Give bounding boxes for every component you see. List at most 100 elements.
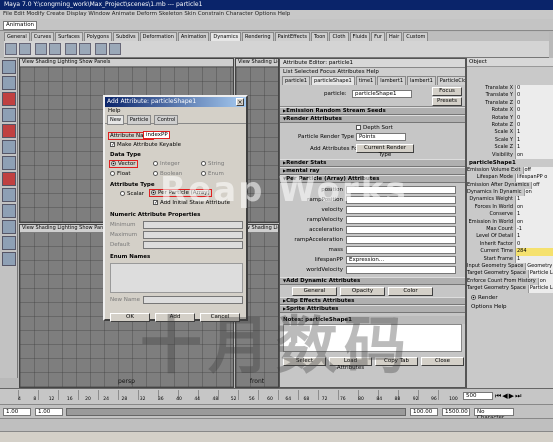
layout-four-icon[interactable] — [2, 204, 16, 218]
pp-attr-field[interactable] — [346, 206, 456, 214]
channel-value[interactable]: 0 — [515, 114, 553, 122]
dialog-help-menu[interactable]: Help — [105, 107, 246, 115]
shelf-tab-hair[interactable]: Hair — [385, 32, 403, 41]
maximum-field[interactable] — [143, 231, 243, 239]
default-field[interactable] — [143, 241, 243, 249]
pp-attr-field[interactable] — [346, 236, 456, 244]
channel-value[interactable]: 1 — [515, 136, 553, 145]
ae-tab[interactable]: lambert1 — [407, 76, 436, 85]
string-radio[interactable] — [201, 161, 206, 166]
shelf-tool-icon[interactable] — [48, 43, 61, 55]
general-button[interactable]: General — [292, 287, 337, 296]
pp-attr-field[interactable] — [346, 186, 456, 194]
command-line[interactable] — [0, 418, 553, 431]
shelf-tab-painteffects[interactable]: PaintEffects — [274, 32, 310, 41]
layout-side-icon[interactable] — [2, 220, 16, 234]
viewport-menu[interactable]: View Shading Lighting Show Panels — [20, 59, 233, 66]
channel-value[interactable]: on — [515, 203, 553, 212]
channel-value[interactable]: 0 — [515, 92, 553, 100]
select-tool-icon[interactable] — [2, 60, 16, 74]
channel-value[interactable]: Geometry Lo — [525, 262, 553, 271]
ae-tab[interactable]: particle1 — [282, 76, 311, 85]
section-per-particle[interactable]: Per Particle (Array) Attributes — [280, 175, 465, 183]
scalar-radio[interactable] — [120, 191, 125, 196]
main-menu[interactable]: File Edit Modify Create Display Window A… — [0, 10, 553, 19]
close-icon[interactable]: × — [236, 98, 244, 106]
viewport-menu[interactable]: View Shading Lighting Show Panels — [236, 59, 278, 66]
shelf-tab-curves[interactable]: Curves — [30, 32, 55, 41]
layout-graph-icon[interactable] — [2, 252, 16, 266]
channel-value[interactable]: on — [537, 277, 553, 286]
color-button[interactable]: Color — [388, 287, 433, 296]
channel-value[interactable]: off — [531, 181, 553, 190]
shelf-tab-rendering[interactable]: Rendering — [242, 32, 274, 41]
pp-attr-field[interactable] — [346, 226, 456, 234]
enum-radio[interactable] — [201, 171, 206, 176]
layer-menu[interactable]: Options Help — [467, 303, 553, 311]
shelf-tool-icon[interactable] — [64, 43, 77, 55]
lasso-tool-icon[interactable] — [2, 76, 16, 90]
playback-controls[interactable]: ⏮◀▶⏭ — [495, 392, 550, 401]
rotate-tool-icon[interactable] — [2, 124, 16, 138]
scale-tool-icon[interactable] — [2, 140, 16, 154]
layout-outliner-icon[interactable] — [2, 236, 16, 250]
shelf-tab-custom[interactable]: Custom — [403, 32, 429, 41]
attribute-name-field[interactable]: indexPP — [143, 131, 170, 139]
shelf-tool-icon[interactable] — [94, 43, 107, 55]
ae-tab[interactable]: lambert1 — [377, 76, 407, 85]
shelf-tab-subdivs[interactable]: Subdivs — [113, 32, 139, 41]
last-tool-icon[interactable] — [2, 172, 16, 186]
shelf-tab-fluids[interactable]: Fluids — [349, 32, 371, 41]
move-tool-icon[interactable] — [2, 108, 16, 122]
section-add-dynamic[interactable]: Add Dynamic Attributes — [280, 277, 465, 285]
range-bar[interactable] — [66, 408, 406, 416]
shelf-tab-dynamics[interactable]: Dynamics — [210, 32, 242, 41]
close-button[interactable]: Close — [421, 357, 464, 366]
ae-tab[interactable]: ParticleCloudSG — [436, 76, 465, 85]
render-type-dropdown[interactable]: Points — [356, 133, 406, 141]
time-slider[interactable]: 4 8 12 16 20 24 28 32 36 40 44 48 52 56 60 64 68 72 76 80 84… — [0, 388, 553, 404]
channel-value[interactable]: on — [523, 189, 553, 197]
shelf-tab-cloth[interactable]: Cloth — [329, 32, 349, 41]
depth-sort-checkbox[interactable] — [356, 125, 361, 130]
ok-button[interactable]: OK — [110, 313, 150, 322]
channel-value[interactable]: lifespanPP o — [515, 174, 553, 182]
current-render-type-button[interactable]: Current Render Type — [356, 144, 414, 158]
section-render-attributes[interactable]: Render Attributes — [280, 115, 465, 123]
shelf-tool-icon[interactable] — [108, 43, 121, 55]
shelf-tab-fur[interactable]: Fur — [371, 32, 385, 41]
cancel-button[interactable]: Cancel — [200, 313, 240, 322]
shelf-tab-toon[interactable]: Toon — [310, 32, 329, 41]
current-frame-field[interactable]: 500 — [463, 392, 493, 400]
pp-attr-field[interactable]: Expression... — [346, 256, 456, 264]
shelf-tool-icon[interactable] — [19, 43, 31, 55]
channel-value[interactable]: 0 — [515, 85, 553, 93]
section-emission-seeds[interactable]: Emission Random Stream Seeds — [280, 107, 465, 115]
channel-value[interactable]: -1 — [515, 226, 553, 234]
copy-tab-button[interactable]: Copy Tab — [375, 357, 418, 366]
shelf-tool-icon[interactable] — [34, 43, 47, 55]
shelf-tab-animation[interactable]: Animation — [177, 32, 210, 41]
end-time-field[interactable]: 1500.00 — [442, 408, 470, 416]
ae-tab[interactable]: time1 — [355, 76, 377, 85]
select-button[interactable]: Select — [283, 357, 326, 366]
range-start-field[interactable]: 1.00 — [35, 408, 63, 416]
paint-tool-icon[interactable] — [2, 92, 16, 106]
render-layer-radio[interactable] — [471, 294, 476, 300]
node-name-field[interactable]: particleShape1 — [352, 90, 412, 98]
presets-button[interactable]: Presets — [432, 97, 462, 106]
section-mental-ray[interactable]: mental ray — [280, 167, 465, 175]
channel-value[interactable]: 1 — [515, 144, 553, 152]
attribute-editor-menu[interactable]: List Selected Focus Attributes Help — [280, 68, 465, 76]
shelf-tab-deformation[interactable]: Deformation — [139, 32, 177, 41]
add-button[interactable]: Add — [155, 313, 195, 322]
shelf-tool-icon[interactable] — [5, 43, 17, 55]
shelf-tool-icon[interactable] — [78, 43, 91, 55]
pp-attr-field[interactable] — [346, 266, 456, 274]
channel-value[interactable]: 0 — [515, 240, 553, 249]
notes-field[interactable] — [283, 324, 462, 352]
section-sprite[interactable]: Sprite Attributes — [280, 305, 465, 313]
channel-value[interactable]: 1 — [515, 255, 553, 263]
integer-radio[interactable] — [153, 161, 158, 166]
shelf-tab-surfaces[interactable]: Surfaces — [55, 32, 83, 41]
